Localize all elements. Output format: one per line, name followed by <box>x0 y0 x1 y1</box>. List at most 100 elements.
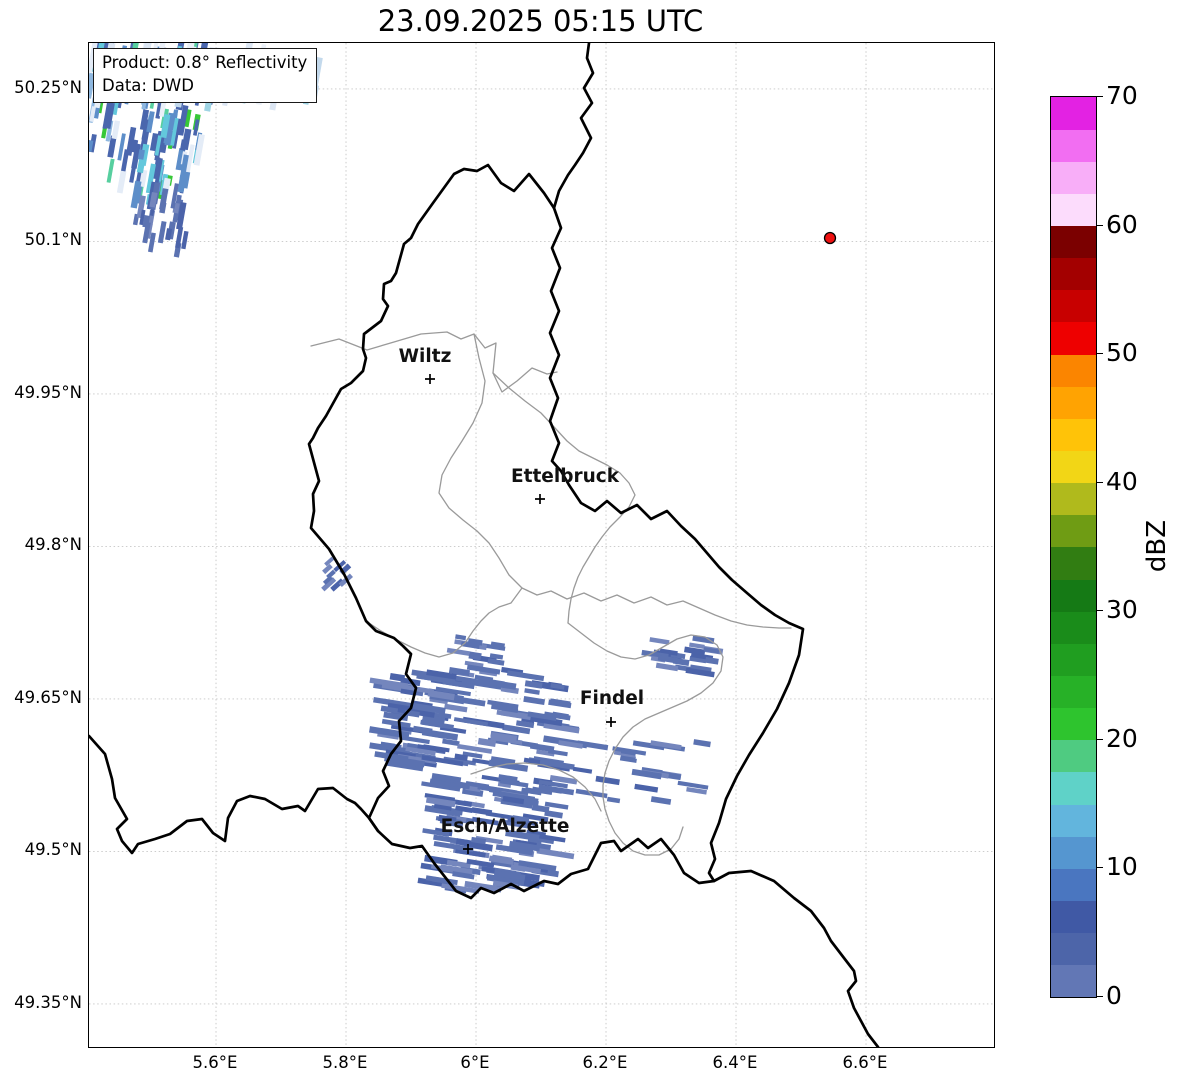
latitude-tick-label: 49.65°N <box>14 687 82 707</box>
echo-bin <box>129 164 137 183</box>
colorbar-tick-mark <box>1096 481 1103 483</box>
echo-cluster-south-dashes <box>549 739 711 805</box>
city-plus-marker <box>425 374 435 384</box>
echo-bin <box>471 807 493 816</box>
colorbar-block <box>1051 804 1096 837</box>
colorbar-block <box>1051 418 1096 452</box>
echo-bin <box>523 696 546 706</box>
colorbar-tick-label: 50 <box>1106 338 1138 368</box>
colorbar-block <box>1051 225 1096 259</box>
map-canvas: Wiltz Ettelbruck Findel Esch/Alzette <box>89 43 994 1047</box>
colorbar-tick-mark <box>1096 610 1103 612</box>
colorbar-block <box>1051 643 1096 677</box>
colorbar-block <box>1051 772 1096 805</box>
colorbar-block <box>1051 97 1096 130</box>
colorbar-tick-label: 60 <box>1106 209 1138 239</box>
colorbar-block <box>1051 675 1096 709</box>
colorbar-tick-mark <box>1096 867 1103 869</box>
radar-echo-layer <box>89 43 724 894</box>
colorbar-tick-mark <box>1096 353 1103 355</box>
latitude-tick-label: 49.95°N <box>14 382 82 402</box>
city-label: Ettelbruck <box>511 466 620 487</box>
colorbar-tick-label: 30 <box>1106 595 1138 625</box>
colorbar-block <box>1051 739 1096 773</box>
colorbar-block <box>1051 868 1096 902</box>
city-plus-marker <box>606 717 616 727</box>
echo-bin <box>536 847 575 860</box>
colorbar-block <box>1051 193 1096 227</box>
echo-bin <box>106 158 115 183</box>
colorbar-block <box>1051 900 1096 934</box>
longitude-tick-label: 6.4°E <box>712 1053 758 1072</box>
city-wiltz: Wiltz <box>399 346 452 384</box>
colorbar-block <box>1051 579 1096 612</box>
city-label: Esch/Alzette <box>441 816 570 837</box>
radar-site-dot <box>823 231 837 245</box>
echo-bin <box>455 634 467 641</box>
city-label: Wiltz <box>399 346 452 367</box>
belgium-germany-border <box>552 43 595 210</box>
colorbar-tick-label: 0 <box>1106 981 1122 1010</box>
radar-site-layer <box>823 231 837 245</box>
latitude-tick-label: 49.5°N <box>24 840 82 860</box>
france-belgium-border <box>89 734 380 855</box>
colorbar-axis-label: dBZ <box>1142 519 1172 573</box>
colorbar-tick-mark <box>1096 96 1103 97</box>
colorbar-block <box>1051 289 1096 323</box>
colorbar <box>1050 96 1097 998</box>
city-ettelbruck: Ettelbruck <box>511 466 620 504</box>
latitude-tick-label: 50.25°N <box>14 77 82 97</box>
echo-bin <box>181 230 189 250</box>
echo-bin <box>634 783 659 793</box>
colorbar-block <box>1051 707 1096 741</box>
echo-bin <box>506 670 545 682</box>
echo-bin <box>524 688 540 695</box>
echo-bin <box>157 221 167 244</box>
colorbar-block <box>1051 450 1096 484</box>
product-info-line2: Data: DWD <box>102 75 194 95</box>
figure-title: 23.09.2025 05:15 UTC <box>377 4 704 38</box>
colorbar-block <box>1051 322 1096 355</box>
colorbar-block <box>1051 354 1096 387</box>
latitude-tick-label: 50.1°N <box>24 230 82 250</box>
map-axes: Wiltz Ettelbruck Findel Esch/Alzette Produc… <box>88 42 995 1048</box>
echo-bin <box>606 796 621 804</box>
colorbar-tick-label: 20 <box>1106 723 1138 753</box>
longitude-tick-label: 6.6°E <box>842 1053 888 1072</box>
colorbar-block <box>1051 257 1096 291</box>
graticule-gridlines <box>89 43 994 1047</box>
colorbar-block <box>1051 547 1096 580</box>
city-findel: Findel <box>580 688 644 727</box>
echo-bin <box>705 656 719 665</box>
colorbar-tick-mark <box>1096 224 1103 226</box>
colorbar-block <box>1051 514 1096 548</box>
colorbar-tick-mark <box>1096 996 1103 997</box>
colorbar-block <box>1051 386 1096 419</box>
city-label: Findel <box>580 688 644 709</box>
colorbar-block <box>1051 964 1096 998</box>
echo-bin <box>595 775 620 786</box>
longitude-tick-label: 6°E <box>460 1053 490 1072</box>
echo-bin <box>649 637 670 645</box>
colorbar-block <box>1051 611 1096 644</box>
echo-bin <box>655 662 679 672</box>
echo-bin <box>444 703 468 713</box>
colorbar-tick-mark <box>1096 738 1103 740</box>
echo-cluster-northwest-band-c <box>106 133 195 210</box>
latitude-tick-label: 49.8°N <box>24 535 82 555</box>
colorbar-block <box>1051 932 1096 966</box>
colorbar-tick-label: 40 <box>1106 466 1138 496</box>
echo-bin <box>650 796 672 805</box>
district-border-line <box>438 333 538 596</box>
product-info-box: Product: 0.8° Reflectivity Data: DWD <box>93 48 318 103</box>
echo-bin <box>116 170 127 194</box>
district-border-line <box>492 372 636 624</box>
longitude-tick-label: 5.8°E <box>322 1053 368 1072</box>
france-germany-border <box>712 869 880 1047</box>
latitude-tick-label: 49.35°N <box>14 992 82 1012</box>
colorbar-tick-label: 10 <box>1106 852 1138 882</box>
longitude-tick-label: 5.6°E <box>192 1053 238 1072</box>
city-plus-marker <box>535 494 545 504</box>
country-borders <box>89 43 880 1047</box>
colorbar-block <box>1051 836 1096 869</box>
